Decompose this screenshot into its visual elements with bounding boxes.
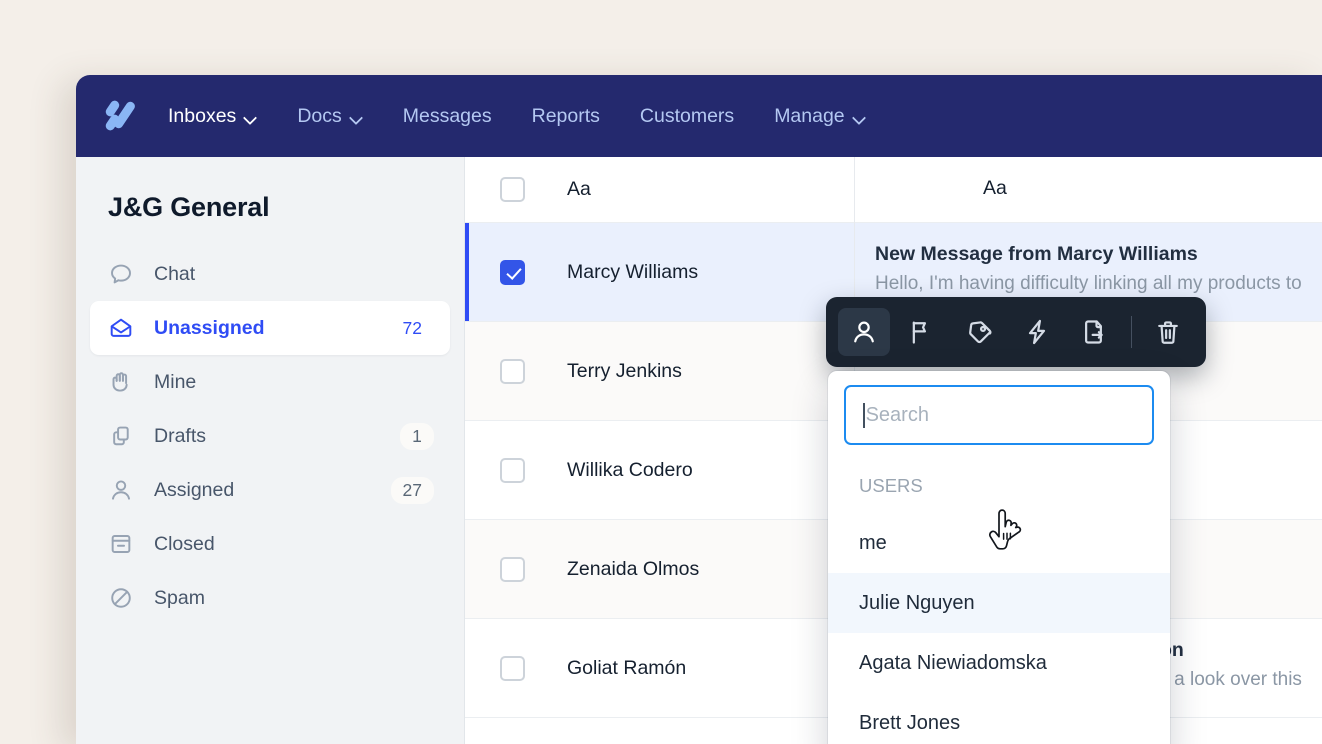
sidebar-item-count: 27 — [391, 477, 434, 504]
column-header-name: Aa — [567, 178, 591, 201]
nav-item-label: Inboxes — [168, 105, 236, 128]
row-customer-name: Goliat Ramón — [567, 657, 686, 680]
nav-item-label: Docs — [297, 105, 341, 128]
sidebar-item-count: 1 — [400, 423, 434, 450]
sidebar-item-label: Mine — [154, 371, 434, 394]
trash-icon[interactable] — [1142, 308, 1194, 356]
app-window: Inboxes Docs Messages Reports Customers Manag… — [76, 75, 1322, 744]
row-checkbox[interactable] — [500, 359, 525, 384]
sidebar-nav-list: ChatUnassigned72MineDrafts1Assigned27Clo… — [76, 247, 464, 625]
sidebar-item-label: Closed — [154, 533, 434, 556]
sidebar-item-closed[interactable]: Closed — [90, 517, 450, 571]
conversation-list-column: Aa Marcy Williams Terry Jenkins Willika Co… — [465, 157, 855, 744]
row-checkbox[interactable] — [500, 557, 525, 582]
helpscout-logo-icon[interactable] — [104, 99, 138, 133]
preview-snippet: Hello, I'm having difficulty linking all… — [875, 273, 1322, 295]
table-row[interactable]: Terry Jenkins — [465, 322, 854, 421]
assignee-search-field[interactable]: Search — [844, 385, 1154, 445]
sidebar-item-spam[interactable]: Spam — [90, 571, 450, 625]
table-row[interactable]: Zenaida Olmos — [465, 520, 854, 619]
row-customer-name: Terry Jenkins — [567, 360, 682, 383]
sidebar: J&G General ChatUnassigned72MineDrafts1A… — [76, 157, 465, 744]
sidebar-item-label: Unassigned — [154, 317, 391, 340]
nav-item-customers[interactable]: Customers — [640, 99, 734, 134]
table-row[interactable]: Goliat Ramón — [465, 619, 854, 718]
nav-items: Inboxes Docs Messages Reports Customers Manag… — [168, 99, 906, 134]
row-checkbox[interactable] — [500, 656, 525, 681]
lightning-bolt-icon[interactable] — [1011, 308, 1063, 356]
sidebar-item-unassigned[interactable]: Unassigned72 — [90, 301, 450, 355]
open-envelope-icon — [108, 315, 134, 341]
preview-subject-text: New Message from Marcy Williams — [875, 243, 1198, 266]
search-placeholder: Search — [866, 404, 929, 427]
screen: Inboxes Docs Messages Reports Customers Manag… — [0, 0, 1322, 744]
flag-icon[interactable] — [896, 308, 948, 356]
move-export-icon[interactable] — [1069, 308, 1121, 356]
chevron-down-icon — [853, 113, 866, 121]
bulk-action-toolbar — [826, 297, 1206, 367]
hand-icon — [108, 369, 134, 395]
sidebar-item-count: 72 — [391, 315, 434, 342]
preview-header-row: Aa — [855, 157, 1322, 223]
table-row[interactable]: Marcy Williams — [465, 223, 854, 322]
tag-icon[interactable] — [954, 308, 1006, 356]
nav-item-inboxes[interactable]: Inboxes — [168, 99, 257, 134]
chevron-down-icon — [350, 113, 363, 121]
ban-icon — [108, 585, 134, 611]
popover-section-label: USERS — [828, 445, 1170, 497]
sidebar-item-drafts[interactable]: Drafts1 — [90, 409, 450, 463]
row-customer-name: Marcy Williams — [567, 261, 698, 284]
assignee-option[interactable]: Julie Nguyen — [828, 573, 1170, 633]
nav-item-messages[interactable]: Messages — [403, 99, 492, 134]
nav-item-manage[interactable]: Manage — [774, 99, 865, 134]
person-icon — [108, 477, 134, 503]
sidebar-item-label: Assigned — [154, 479, 391, 502]
chat-bubble-icon — [108, 261, 134, 287]
copy-pages-icon — [108, 423, 134, 449]
sidebar-item-label: Drafts — [154, 425, 400, 448]
sidebar-item-mine[interactable]: Mine — [90, 355, 450, 409]
preview-subject: New Message from Marcy Williams — [875, 243, 1322, 266]
assignee-option-label: Brett Jones — [859, 712, 960, 735]
conversation-rows: Marcy Williams Terry Jenkins Willika Coder… — [465, 223, 854, 718]
text-caret — [863, 403, 865, 428]
top-navigation-bar: Inboxes Docs Messages Reports Customers Manag… — [76, 75, 1322, 157]
table-row[interactable]: Willika Codero — [465, 421, 854, 520]
nav-item-label: Manage — [774, 105, 844, 128]
assignee-option[interactable]: me — [828, 513, 1170, 573]
inbox-title: J&G General — [76, 157, 464, 223]
row-checkbox[interactable] — [500, 458, 525, 483]
assignee-option-label: Agata Niewiadomska — [859, 652, 1047, 675]
row-checkbox[interactable] — [500, 260, 525, 285]
nav-item-reports[interactable]: Reports — [532, 99, 600, 134]
nav-item-docs[interactable]: Docs — [297, 99, 362, 134]
assignee-options-list: me Julie Nguyen Agata Niewiadomska Brett Jo… — [828, 513, 1170, 744]
assignee-option-label: me — [859, 532, 887, 555]
sidebar-item-label: Chat — [154, 263, 434, 286]
sidebar-item-assigned[interactable]: Assigned27 — [90, 463, 450, 517]
toolbar-separator — [1131, 316, 1132, 348]
column-header-preview: Aa — [983, 177, 1322, 200]
select-all-checkbox[interactable] — [500, 177, 525, 202]
nav-item-label: Reports — [532, 105, 600, 128]
nav-item-label: Messages — [403, 105, 492, 128]
row-customer-name: Willika Codero — [567, 459, 693, 482]
row-customer-name: Zenaida Olmos — [567, 558, 699, 581]
assign-person-icon[interactable] — [838, 308, 890, 356]
assignee-option[interactable]: Brett Jones — [828, 693, 1170, 744]
sidebar-item-label: Spam — [154, 587, 434, 610]
archive-icon — [108, 531, 134, 557]
assignee-option[interactable]: Agata Niewiadomska — [828, 633, 1170, 693]
list-header-row: Aa — [465, 157, 854, 223]
sidebar-item-chat[interactable]: Chat — [90, 247, 450, 301]
chevron-down-icon — [244, 113, 257, 121]
assignee-option-label: Julie Nguyen — [859, 592, 975, 615]
nav-item-label: Customers — [640, 105, 734, 128]
assignee-dropdown-popover: Search USERS me Julie Nguyen Agata Niewiad… — [828, 371, 1170, 744]
